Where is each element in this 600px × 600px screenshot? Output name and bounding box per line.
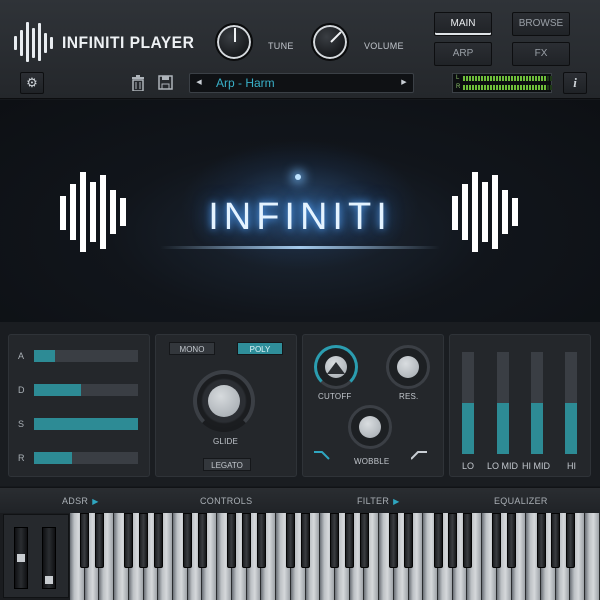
info-icon[interactable]: i	[563, 72, 587, 94]
black-key[interactable]	[433, 513, 443, 568]
header-bar: INFINITI PLAYER TUNE VOLUME MAIN BROWSE …	[0, 0, 600, 99]
piano-keyboard[interactable]	[70, 513, 600, 600]
tune-label: TUNE	[268, 41, 294, 51]
tab-filter-label: FILTER	[357, 496, 390, 506]
sustain-label: S	[18, 419, 25, 429]
eq-lo-mid-slider[interactable]	[497, 352, 509, 454]
tune-knob[interactable]	[215, 23, 253, 61]
legato-button[interactable]: LEGATO	[203, 458, 251, 471]
cutoff-knob[interactable]	[314, 345, 358, 389]
tab-controls-label: CONTROLS	[200, 496, 253, 506]
attack-slider[interactable]	[34, 350, 138, 362]
meter-left-label: L	[456, 75, 460, 81]
resonance-label: RES.	[399, 392, 419, 401]
resonance-knob[interactable]	[386, 345, 430, 389]
preset-selector[interactable]: ◀ Arp - Harm ▶	[189, 73, 414, 93]
trash-icon[interactable]	[131, 75, 145, 94]
app-title: INFINITI PLAYER	[62, 33, 195, 52]
meter-right-bar	[463, 85, 552, 90]
tab-equalizer-label: EQUALIZER	[494, 496, 548, 506]
wheels-panel	[3, 514, 69, 598]
cutoff-label: CUTOFF	[318, 392, 352, 401]
black-key[interactable]	[536, 513, 546, 568]
play-triangle-icon: ▶	[393, 497, 400, 506]
play-triangle-icon: ▶	[92, 497, 99, 506]
wobble-knob[interactable]	[348, 405, 392, 449]
main-button[interactable]: MAIN	[434, 12, 492, 36]
volume-knob[interactable]	[311, 23, 349, 61]
poly-button[interactable]: POLY	[237, 342, 283, 355]
tab-adsr[interactable]: ADSR ▶	[62, 488, 99, 514]
black-key[interactable]	[80, 513, 90, 568]
lowpass-curve-icon[interactable]	[314, 450, 330, 463]
logo-icon	[14, 22, 54, 62]
black-key[interactable]	[256, 513, 266, 568]
pitch-wheel[interactable]	[14, 527, 28, 589]
black-key[interactable]	[242, 513, 252, 568]
black-key[interactable]	[94, 513, 104, 568]
black-key[interactable]	[153, 513, 163, 568]
eq-hi-mid-label: HI MID	[522, 461, 550, 471]
eq-lo-mid-label: LO MID	[487, 461, 519, 471]
mod-wheel[interactable]	[42, 527, 56, 589]
prev-preset-arrow-icon[interactable]: ◀	[192, 74, 206, 92]
section-tabs: ADSR ▶ CONTROLS FILTER ▶ EQUALIZER	[0, 487, 600, 513]
black-key[interactable]	[301, 513, 311, 568]
eq-hi-slider[interactable]	[565, 352, 577, 454]
meter-left-bar	[463, 76, 552, 81]
settings-gear-icon[interactable]: ⚙	[20, 72, 44, 94]
preset-name: Arp - Harm	[216, 76, 275, 90]
black-key[interactable]	[404, 513, 414, 568]
fx-button[interactable]: FX	[512, 42, 570, 66]
glide-knob[interactable]	[193, 370, 255, 432]
meter-right-label: R	[456, 84, 461, 90]
black-key[interactable]	[227, 513, 237, 568]
decay-slider[interactable]	[34, 384, 138, 396]
decay-label: D	[18, 385, 25, 395]
black-key[interactable]	[565, 513, 575, 568]
black-key[interactable]	[448, 513, 458, 568]
tab-filter[interactable]: FILTER ▶	[357, 488, 400, 514]
level-meter: L R	[452, 73, 552, 93]
black-key[interactable]	[183, 513, 193, 568]
black-key[interactable]	[139, 513, 149, 568]
mono-button[interactable]: MONO	[169, 342, 215, 355]
eq-lo-label: LO	[462, 461, 475, 471]
volume-label: VOLUME	[364, 41, 404, 51]
black-key[interactable]	[286, 513, 296, 568]
black-key[interactable]	[124, 513, 134, 568]
eq-hi-label: HI	[567, 461, 576, 471]
black-key[interactable]	[551, 513, 561, 568]
black-key[interactable]	[462, 513, 472, 568]
glide-label: GLIDE	[213, 437, 239, 446]
black-key[interactable]	[197, 513, 207, 568]
white-key[interactable]	[585, 513, 600, 600]
sustain-slider[interactable]	[34, 418, 138, 430]
browse-button[interactable]: BROWSE	[512, 12, 570, 36]
black-key[interactable]	[507, 513, 517, 568]
arp-button[interactable]: ARP	[434, 42, 492, 66]
wobble-label: WOBBLE	[354, 457, 390, 466]
eq-hi-mid-slider[interactable]	[531, 352, 543, 454]
waveform-logo-right-icon	[452, 172, 518, 252]
next-preset-arrow-icon[interactable]: ▶	[397, 74, 411, 92]
highpass-curve-icon[interactable]	[410, 450, 427, 463]
eq-lo-slider[interactable]	[462, 352, 474, 454]
save-icon[interactable]	[158, 75, 173, 93]
tab-adsr-label: ADSR	[62, 496, 89, 506]
keyboard-area	[0, 513, 600, 600]
black-key[interactable]	[345, 513, 355, 568]
black-key[interactable]	[330, 513, 340, 568]
black-key[interactable]	[492, 513, 502, 568]
hero-banner: INFINITI	[0, 100, 600, 322]
tab-equalizer[interactable]: EQUALIZER	[494, 488, 548, 514]
attack-label: A	[18, 351, 25, 361]
release-slider[interactable]	[34, 452, 138, 464]
black-key[interactable]	[359, 513, 369, 568]
tab-controls[interactable]: CONTROLS	[200, 488, 252, 514]
release-label: R	[18, 453, 25, 463]
black-key[interactable]	[389, 513, 399, 568]
